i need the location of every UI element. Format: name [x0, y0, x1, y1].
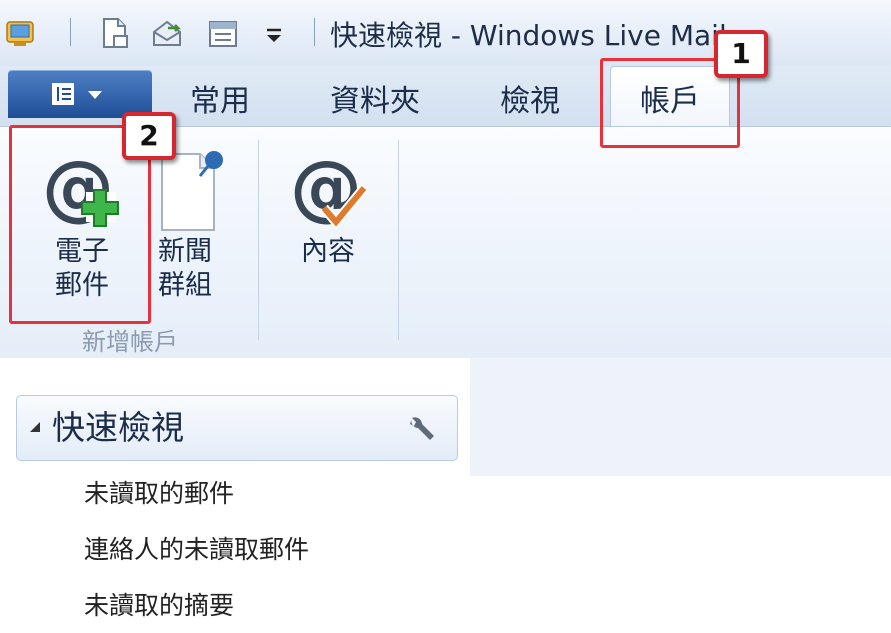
- account-properties-button[interactable]: @ 內容: [278, 130, 378, 316]
- newsgroup-label-line2: 群組: [158, 270, 212, 301]
- callout-badge-1: 1: [714, 30, 768, 78]
- quick-view-unread-email[interactable]: 未讀取的郵件: [84, 474, 234, 510]
- new-document-icon[interactable]: [98, 16, 132, 50]
- send-receive-icon[interactable]: [150, 16, 184, 50]
- window-title: 快速檢視 - Windows Live Mail: [330, 19, 727, 52]
- app-menu-icon: [52, 83, 102, 105]
- calendar-icon[interactable]: [206, 16, 240, 50]
- ribbon-group-separator: [398, 140, 399, 340]
- newsgroup-label-line1: 新聞: [158, 236, 212, 267]
- tab-view[interactable]: 檢視: [500, 76, 560, 120]
- quick-view-unread-from-contacts[interactable]: 連絡人的未讀取郵件: [84, 530, 309, 566]
- properties-icon: @: [290, 152, 368, 230]
- callout-badge-2: 2: [122, 112, 176, 160]
- separator: [70, 18, 71, 46]
- wrench-icon[interactable]: [404, 414, 438, 444]
- collapse-triangle-icon[interactable]: [28, 420, 42, 434]
- tab-home[interactable]: 常用: [190, 76, 250, 120]
- customize-toolbar-dropdown-icon[interactable]: [262, 16, 286, 50]
- tab-folders[interactable]: 資料夾: [330, 76, 420, 120]
- properties-label: 內容: [301, 236, 355, 267]
- ribbon-group-label: 新增帳戶: [82, 328, 178, 356]
- quick-view-unread-feeds[interactable]: 未讀取的摘要: [84, 586, 234, 622]
- ribbon-group-separator: [258, 140, 259, 340]
- quick-views-title: 快速檢視: [52, 408, 184, 447]
- windows-live-mail-app-icon[interactable]: [4, 16, 38, 50]
- app-menu-button[interactable]: [8, 70, 152, 118]
- separator: [314, 18, 315, 46]
- message-list-area: [470, 358, 891, 633]
